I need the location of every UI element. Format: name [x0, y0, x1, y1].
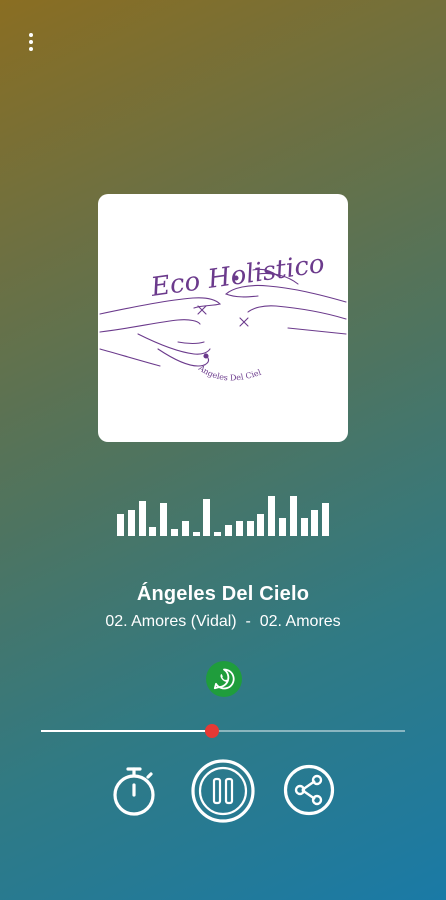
visualizer-bar	[235, 521, 243, 536]
visualizer-bar	[300, 518, 308, 536]
now-playing-line: 02. Amores (Vidal) - 02. Amores	[0, 613, 446, 631]
whatsapp-icon[interactable]	[206, 661, 242, 697]
visualizer-bar	[127, 510, 135, 536]
share-button[interactable]	[283, 764, 335, 816]
seek-bar-thumb[interactable]	[205, 724, 220, 738]
visualizer-bar	[192, 532, 200, 536]
more-options-icon[interactable]	[22, 33, 40, 55]
visualizer-bar	[268, 496, 276, 536]
visualizer-bar	[138, 501, 146, 536]
share-icon	[283, 764, 335, 816]
visualizer-bar	[311, 510, 319, 536]
eco-holistico-logo: Eco Holistico Ángeles Del Cielo	[98, 194, 347, 382]
visualizer-bar	[279, 518, 286, 536]
play-pause-button[interactable]	[190, 758, 256, 824]
visualizer-bar	[160, 503, 168, 536]
logo-script-text: Eco Holistico	[148, 249, 326, 303]
visualizer-bar	[171, 529, 178, 536]
visualizer-bar	[214, 532, 222, 536]
visualizer-bar	[289, 496, 297, 536]
visualizer-bar	[225, 525, 232, 536]
track-secondary: 02. Amores	[259, 613, 341, 630]
visualizer-bar	[181, 521, 189, 536]
station-artwork: Eco Holistico Ángeles Del Cielo	[98, 194, 348, 442]
seek-bar-fill	[41, 730, 213, 732]
sleep-timer-button[interactable]	[110, 765, 158, 817]
pause-icon	[191, 759, 255, 823]
visualizer-bar	[322, 503, 330, 536]
visualizer-bar	[203, 499, 211, 536]
visualizer-bar	[257, 514, 265, 536]
track-separator: -	[236, 613, 260, 630]
audio-visualizer	[117, 490, 331, 536]
visualizer-bar	[117, 514, 124, 536]
visualizer-bar	[149, 527, 157, 536]
station-title: Ángeles Del Cielo	[136, 583, 310, 605]
visualizer-bar	[246, 521, 254, 536]
track-primary: 02. Amores (Vidal)	[105, 613, 237, 630]
seek-bar[interactable]	[41, 724, 405, 738]
timer-icon	[113, 767, 155, 816]
